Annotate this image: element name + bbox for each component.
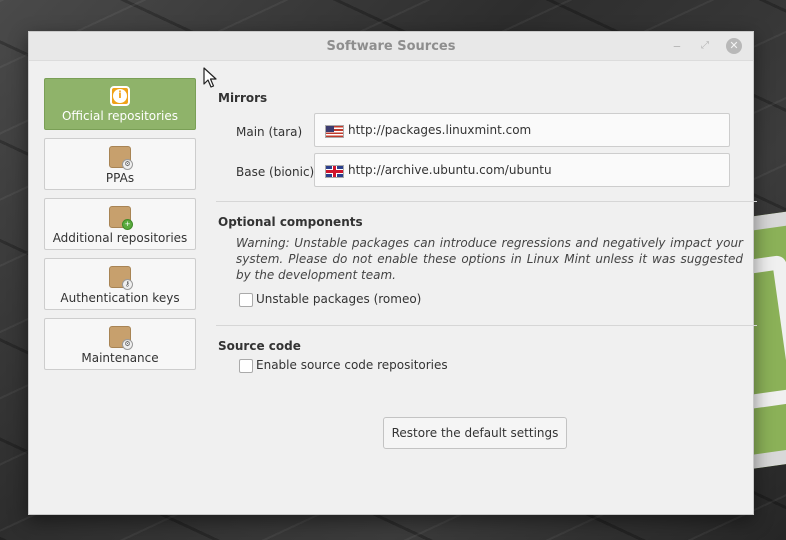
- divider: [216, 325, 757, 326]
- maximize-icon[interactable]: ⤢: [697, 38, 713, 54]
- titlebar[interactable]: Software Sources ‒ ⤢ ✕: [29, 32, 753, 61]
- restore-defaults-button[interactable]: Restore the default settings: [383, 417, 567, 449]
- package-add-icon: +: [109, 206, 133, 230]
- source-code-label[interactable]: Enable source code repositories: [256, 358, 448, 372]
- unstable-packages-checkbox[interactable]: [239, 293, 253, 307]
- mirror-base-label: Base (bionic): [236, 165, 315, 179]
- package-key-icon: ⚷: [109, 266, 133, 290]
- mirror-main-selector[interactable]: http://packages.linuxmint.com: [314, 113, 730, 147]
- sidebar-item-label: PPAs: [105, 171, 135, 185]
- source-code-heading: Source code: [218, 339, 301, 353]
- sidebar: i Official repositories ⚙ PPAs + Additio…: [44, 78, 196, 378]
- mirror-main-url: http://packages.linuxmint.com: [348, 123, 532, 137]
- info-icon: i: [110, 86, 130, 106]
- sidebar-item-official-repositories[interactable]: i Official repositories: [44, 78, 196, 130]
- unstable-warning-text: Warning: Unstable packages can introduce…: [236, 236, 743, 282]
- mirror-base-url: http://archive.ubuntu.com/ubuntu: [348, 163, 552, 177]
- sidebar-item-label: Additional repositories: [52, 231, 188, 245]
- us-flag-icon: [325, 125, 344, 138]
- unstable-packages-row[interactable]: Unstable packages (romeo): [239, 292, 743, 310]
- divider: [216, 201, 757, 202]
- main-content: Mirrors Main (tara) http://packages.linu…: [216, 78, 757, 449]
- unstable-packages-label[interactable]: Unstable packages (romeo): [256, 292, 421, 306]
- sidebar-item-additional-repositories[interactable]: + Additional repositories: [44, 198, 196, 250]
- sidebar-item-authentication-keys[interactable]: ⚷ Authentication keys: [44, 258, 196, 310]
- source-code-checkbox[interactable]: [239, 359, 253, 373]
- uk-flag-icon: [325, 165, 344, 178]
- software-sources-window: Software Sources ‒ ⤢ ✕ i Official reposi…: [28, 31, 757, 515]
- mirror-row-main: Main (tara) http://packages.linuxmint.co…: [218, 113, 743, 153]
- close-icon[interactable]: ✕: [726, 38, 742, 54]
- package-gear-icon: ⚙: [109, 146, 133, 170]
- sidebar-item-ppas[interactable]: ⚙ PPAs: [44, 138, 196, 190]
- sidebar-item-label: Official repositories: [61, 109, 179, 123]
- mirror-base-selector[interactable]: http://archive.ubuntu.com/ubuntu: [314, 153, 730, 187]
- sidebar-item-label: Authentication keys: [60, 291, 180, 305]
- mirror-row-base: Base (bionic) http://archive.ubuntu.com/…: [218, 153, 743, 193]
- mouse-pointer-icon: [203, 67, 217, 88]
- minimize-icon[interactable]: ‒: [669, 38, 685, 54]
- optional-components-heading: Optional components: [218, 215, 363, 229]
- mirrors-heading: Mirrors: [218, 91, 268, 105]
- mirror-main-label: Main (tara): [236, 125, 303, 139]
- package-gear-icon: ⚙: [109, 326, 133, 350]
- sidebar-item-maintenance[interactable]: ⚙ Maintenance: [44, 318, 196, 370]
- window-title: Software Sources: [326, 39, 456, 54]
- sidebar-item-label: Maintenance: [81, 351, 159, 365]
- source-code-row[interactable]: Enable source code repositories: [239, 358, 743, 376]
